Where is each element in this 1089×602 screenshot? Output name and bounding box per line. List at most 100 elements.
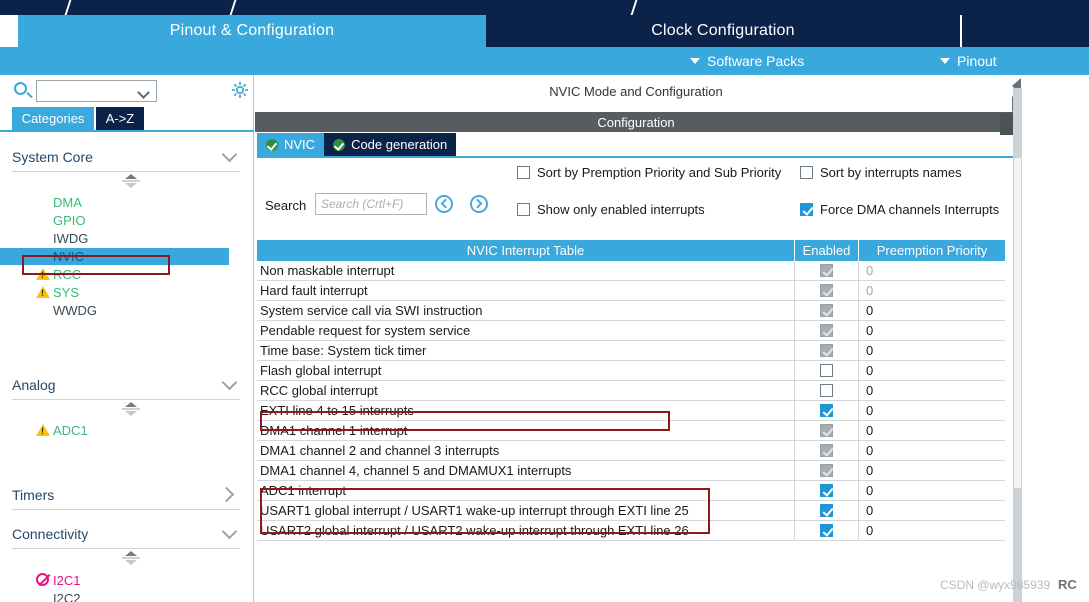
config-tab-nvic[interactable]: NVIC — [257, 133, 325, 156]
preemption-priority-cell[interactable]: 0 — [859, 461, 1005, 480]
checkbox-box[interactable] — [800, 166, 813, 179]
sidebar-item-iwdg[interactable]: IWDG — [0, 230, 229, 247]
interrupt-name-cell: Non maskable interrupt — [257, 261, 795, 280]
enabled-cell[interactable] — [795, 321, 859, 340]
enabled-checkbox — [820, 264, 833, 277]
enabled-checkbox — [820, 304, 833, 317]
preemption-priority-cell[interactable]: 0 — [859, 281, 1005, 300]
circle-right-arrow-icon[interactable] — [470, 195, 488, 213]
enabled-checkbox[interactable] — [820, 364, 833, 377]
sidebar-item-i2c2[interactable]: I2C2 — [0, 590, 229, 602]
table-row[interactable]: System service call via SWI instruction 0 — [257, 301, 1005, 321]
enabled-cell[interactable] — [795, 281, 859, 300]
table-row[interactable]: EXTI line 4 to 15 interrupts 0 — [257, 401, 1005, 421]
interrupt-name-cell: USART2 global interrupt / USART2 wake-up… — [257, 521, 795, 540]
sidebar-item-wwdg[interactable]: WWDG — [0, 302, 229, 319]
sidebar-item-dma[interactable]: DMA — [0, 194, 229, 211]
checkbox-box[interactable] — [517, 203, 530, 216]
main-tab-clock-configuration[interactable]: Clock Configuration — [486, 15, 960, 47]
config-tab-code-generation[interactable]: Code generation — [324, 133, 457, 156]
checkbox-box[interactable] — [800, 203, 813, 216]
checkbox-force-dma[interactable]: Force DMA channels Interrupts — [800, 202, 999, 217]
checkbox-show-enabled[interactable]: Show only enabled interrupts — [517, 202, 705, 217]
table-row[interactable]: DMA1 channel 2 and channel 3 interrupts 0 — [257, 441, 1005, 461]
enabled-cell[interactable] — [795, 261, 859, 280]
category-tab-az[interactable]: A->Z — [96, 107, 144, 130]
checkbox-sort-preemption[interactable]: Sort by Premption Priority and Sub Prior… — [517, 165, 781, 180]
preemption-priority-cell[interactable]: 0 — [859, 261, 1005, 280]
chevron-down-icon[interactable] — [137, 86, 150, 99]
circle-left-arrow-icon[interactable] — [435, 195, 453, 213]
peripheral-search-input[interactable] — [36, 80, 157, 102]
enabled-cell[interactable] — [795, 521, 859, 540]
sub-item-pinout[interactable]: Pinout — [940, 47, 997, 75]
table-row[interactable]: USART2 global interrupt / USART2 wake-up… — [257, 521, 1005, 541]
preemption-priority-cell[interactable]: 0 — [859, 341, 1005, 360]
enabled-checkbox[interactable] — [820, 404, 833, 417]
enabled-cell[interactable] — [795, 381, 859, 400]
checkbox-box[interactable] — [517, 166, 530, 179]
table-row[interactable]: RCC global interrupt 0 — [257, 381, 1005, 401]
enabled-cell[interactable] — [795, 401, 859, 420]
preemption-priority-cell[interactable]: 0 — [859, 361, 1005, 380]
preemption-priority-cell[interactable]: 0 — [859, 441, 1005, 460]
tree-splitter-handle[interactable] — [122, 402, 140, 416]
table-row[interactable]: USART1 global interrupt / USART1 wake-up… — [257, 501, 1005, 521]
table-header-cell[interactable]: Preemption Priority — [859, 240, 1005, 261]
preemption-priority-value: 0 — [866, 263, 874, 278]
preemption-priority-cell[interactable]: 0 — [859, 401, 1005, 420]
tree-group-connectivity[interactable]: Connectivity — [12, 519, 240, 549]
sidebar-item-adc1[interactable]: ADC1 — [0, 422, 229, 439]
preemption-priority-cell[interactable]: 0 — [859, 481, 1005, 500]
tree-group-timers[interactable]: Timers — [12, 480, 240, 510]
enabled-checkbox[interactable] — [820, 384, 833, 397]
table-row[interactable]: DMA1 channel 4, channel 5 and DMAMUX1 in… — [257, 461, 1005, 481]
enabled-cell[interactable] — [795, 441, 859, 460]
enabled-cell[interactable] — [795, 461, 859, 480]
sidebar-item-gpio[interactable]: GPIO — [0, 212, 229, 229]
checkbox-sort-names[interactable]: Sort by interrupts names — [800, 165, 962, 180]
preemption-priority-cell[interactable]: 0 — [859, 521, 1005, 540]
preemption-priority-cell[interactable]: 0 — [859, 381, 1005, 400]
sidebar-item-sys[interactable]: SYS — [0, 284, 229, 301]
tree-splitter-handle[interactable] — [122, 174, 140, 188]
preemption-priority-cell[interactable]: 0 — [859, 321, 1005, 340]
peripheral-tree: System Core DMA GPIO IWDG NVIC RCC SYS WWDG Anal… — [0, 132, 254, 602]
enabled-cell[interactable] — [795, 421, 859, 440]
table-row[interactable]: DMA1 channel 1 interrupt 0 — [257, 421, 1005, 441]
tree-splitter-handle[interactable] — [122, 551, 140, 565]
enabled-cell[interactable] — [795, 501, 859, 520]
enabled-cell[interactable] — [795, 301, 859, 320]
enabled-cell[interactable] — [795, 361, 859, 380]
main-tab-extra[interactable] — [962, 15, 1089, 47]
vertical-scrollbar-thumb[interactable] — [1014, 158, 1021, 488]
tree-group-system-core[interactable]: System Core — [12, 142, 240, 172]
table-row[interactable]: ADC1 interrupt 0 — [257, 481, 1005, 501]
preemption-priority-value: 0 — [866, 403, 874, 418]
enabled-cell[interactable] — [795, 341, 859, 360]
sidebar-item-rcc[interactable]: RCC — [0, 266, 229, 283]
sub-item-software-packs[interactable]: Software Packs — [690, 47, 804, 75]
interrupt-search-input[interactable]: Search (Crtl+F) — [315, 193, 427, 215]
enabled-checkbox[interactable] — [820, 524, 833, 537]
enabled-checkbox[interactable] — [820, 484, 833, 497]
table-header-cell[interactable]: NVIC Interrupt Table — [257, 240, 795, 261]
table-header-cell[interactable]: Enabled — [795, 240, 859, 261]
preemption-priority-cell[interactable]: 0 — [859, 421, 1005, 440]
table-row[interactable]: Hard fault interrupt 0 — [257, 281, 1005, 301]
category-tab-categories[interactable]: Categories — [12, 107, 94, 130]
main-tab-pinout-configuration[interactable]: Pinout & Configuration — [18, 15, 486, 47]
preemption-priority-cell[interactable]: 0 — [859, 301, 1005, 320]
sidebar-item-i2c1[interactable]: I2C1 — [0, 572, 229, 589]
table-row[interactable]: Flash global interrupt 0 — [257, 361, 1005, 381]
splitter-bar — [122, 557, 140, 559]
preemption-priority-cell[interactable]: 0 — [859, 501, 1005, 520]
tree-group-analog[interactable]: Analog — [12, 370, 240, 400]
enabled-checkbox[interactable] — [820, 504, 833, 517]
sidebar-item-nvic[interactable]: NVIC — [0, 248, 229, 265]
enabled-cell[interactable] — [795, 481, 859, 500]
table-row[interactable]: Non maskable interrupt 0 — [257, 261, 1005, 281]
table-row[interactable]: Pendable request for system service 0 — [257, 321, 1005, 341]
gear-icon[interactable] — [231, 81, 249, 99]
table-row[interactable]: Time base: System tick timer 0 — [257, 341, 1005, 361]
